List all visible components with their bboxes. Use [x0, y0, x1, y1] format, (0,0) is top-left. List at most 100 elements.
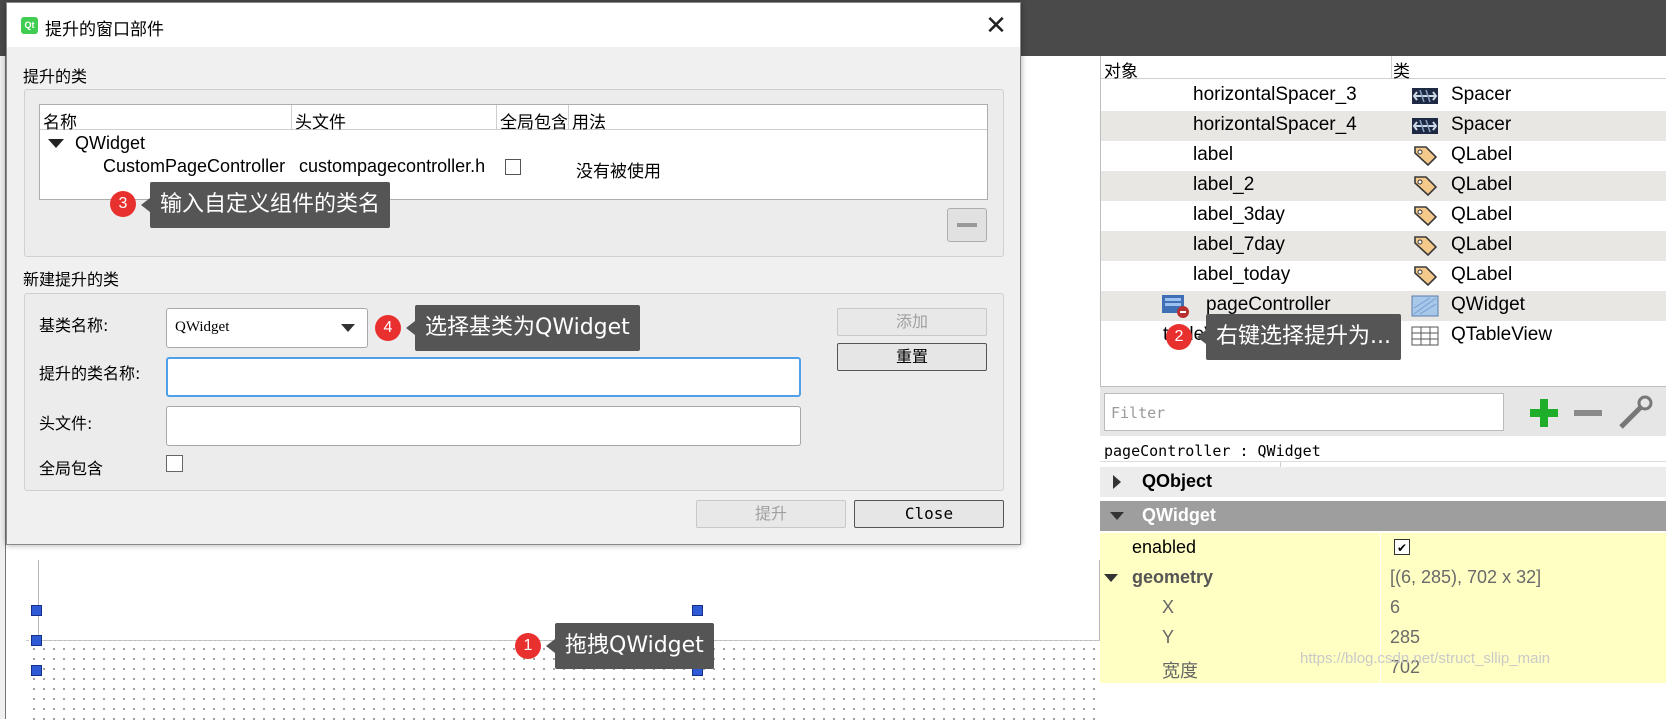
header-file-label: 头文件: [39, 414, 93, 433]
object-row[interactable]: label_2 QLabel [1101, 171, 1666, 201]
enabled-checkbox[interactable]: ✔ [1394, 539, 1410, 555]
column-global-include: 全局包含 [500, 113, 568, 132]
qt-logo-icon: Qt [21, 17, 38, 34]
property-group-qwidget[interactable]: QWidget [1100, 501, 1666, 532]
property-key: 宽度 [1162, 661, 1198, 681]
property-value: 285 [1390, 627, 1421, 647]
spacer-icon [1412, 88, 1438, 104]
annotation-badge-3: 3 [110, 191, 136, 217]
global-include-checkbox[interactable] [505, 159, 521, 175]
tree-parent-qwidget[interactable]: QWidget [75, 133, 145, 154]
selection-handle[interactable] [31, 635, 42, 646]
object-name: horizontalSpacer_4 [1193, 114, 1357, 135]
promoted-class-name[interactable]: CustomPageController [103, 156, 285, 177]
reset-button[interactable]: 重置 [837, 343, 987, 371]
close-button[interactable]: Close [854, 500, 1004, 528]
add-button[interactable]: 添加 [837, 308, 987, 336]
dialog-titlebar[interactable]: Qt 提升的窗口部件 ✕ [7, 3, 1020, 47]
object-class: QLabel [1451, 264, 1513, 285]
object-row[interactable]: label QLabel [1101, 141, 1666, 171]
cell-divider [1380, 533, 1381, 563]
label-tag-icon [1414, 266, 1438, 287]
column-divider [568, 105, 569, 129]
annotation-tooltip-1: 拖拽QWidget [546, 623, 714, 669]
promoted-widgets-dialog: Qt 提升的窗口部件 ✕ 提升的类 名称 头文件 全局包含 用法 QWidget… [6, 2, 1021, 545]
chevron-right-icon[interactable] [1112, 475, 1122, 489]
object-row[interactable]: horizontalSpacer_3 Spacer [1101, 81, 1666, 111]
object-row[interactable]: label_3day QLabel [1101, 201, 1666, 231]
plus-icon[interactable] [1528, 397, 1560, 429]
object-class: Spacer [1451, 114, 1512, 135]
property-group-qobject[interactable]: QObject [1100, 467, 1666, 498]
cell-divider [1380, 593, 1381, 623]
label-tag-icon [1414, 236, 1438, 257]
property-value: 6 [1390, 597, 1401, 617]
selection-handle[interactable] [692, 605, 703, 616]
object-name: label_3day [1193, 204, 1285, 225]
property-key: Y [1162, 627, 1175, 647]
wrench-icon[interactable] [1615, 395, 1655, 431]
object-name: pageController [1206, 294, 1331, 315]
object-row[interactable]: label_7day QLabel [1101, 231, 1666, 261]
selection-handle[interactable] [31, 665, 42, 676]
object-class: QLabel [1451, 144, 1513, 165]
column-divider [1391, 56, 1392, 78]
property-value: [(6, 285), 702 x 32] [1390, 567, 1542, 587]
object-name: label_2 [1193, 174, 1255, 195]
object-class: QTableView [1451, 324, 1553, 345]
property-key: geometry [1132, 567, 1214, 587]
dialog-title: 提升的窗口部件 [45, 20, 164, 40]
tree-header: 名称 头文件 全局包含 用法 [40, 105, 987, 132]
chevron-down-icon[interactable] [1104, 573, 1118, 583]
cell-divider [1380, 623, 1381, 653]
promoted-class-usage: 没有被使用 [576, 162, 661, 181]
label-tag-icon [1414, 206, 1438, 227]
object-name: label [1193, 144, 1234, 165]
column-header-file: 头文件 [295, 113, 346, 132]
widget-icon [1411, 295, 1439, 317]
object-class: QLabel [1451, 174, 1513, 195]
close-icon[interactable]: ✕ [979, 11, 1013, 41]
object-name: horizontalSpacer_3 [1193, 84, 1357, 105]
property-row-x[interactable]: X 6 [1100, 593, 1666, 624]
property-row-geometry[interactable]: geometry [(6, 285), 702 x 32] [1100, 563, 1666, 594]
annotation-tooltip-3: 输入自定义组件的类名 [140, 182, 391, 228]
property-key: QObject [1142, 471, 1213, 491]
global-include-checkbox[interactable] [166, 455, 183, 472]
base-class-combobox[interactable]: QWidget [166, 308, 368, 348]
column-usage: 用法 [572, 113, 606, 132]
column-object: 对象 [1104, 62, 1138, 81]
column-divider [291, 105, 292, 129]
selection-handle[interactable] [31, 605, 42, 616]
annotation-badge-1: 1 [515, 633, 541, 659]
base-class-label: 基类名称: [39, 316, 109, 335]
header-file-input[interactable] [166, 406, 801, 446]
remove-promoted-class-button[interactable] [947, 208, 987, 242]
object-name: label_7day [1193, 234, 1285, 255]
property-row-enabled[interactable]: enabled ✔ [1100, 533, 1666, 564]
filter-input[interactable]: Filter [1104, 393, 1504, 431]
column-class: 类 [1393, 62, 1410, 81]
annotation-tooltip-4: 选择基类为QWidget [406, 305, 640, 351]
minus-icon [957, 223, 977, 227]
promote-button[interactable]: 提升 [696, 500, 846, 528]
spacer-icon [1412, 118, 1438, 134]
object-row[interactable]: horizontalSpacer_4 Spacer [1101, 111, 1666, 141]
annotation-tooltip-2: 右键选择提升为... [1197, 314, 1401, 360]
promoted-class-name-input[interactable] [166, 357, 801, 397]
column-divider [496, 105, 497, 129]
chevron-down-icon[interactable] [48, 138, 64, 149]
tableview-icon [1411, 326, 1439, 346]
annotation-badge-2: 2 [1166, 324, 1192, 350]
property-filter-bar: Filter [1100, 386, 1666, 437]
property-key: QWidget [1142, 505, 1216, 525]
property-editor: 属性 值 QObject QWidget enabled ✔ geometry … [1100, 462, 1666, 719]
minus-icon[interactable] [1572, 397, 1604, 429]
chevron-down-icon[interactable] [1110, 511, 1124, 521]
base-class-value: QWidget [175, 319, 230, 335]
annotation-badge-4: 4 [375, 315, 401, 341]
promoted-class-name-label: 提升的类名称: [39, 364, 141, 383]
object-row[interactable]: label_today QLabel [1101, 261, 1666, 291]
object-class: Spacer [1451, 84, 1512, 105]
object-name: label_today [1193, 264, 1291, 285]
